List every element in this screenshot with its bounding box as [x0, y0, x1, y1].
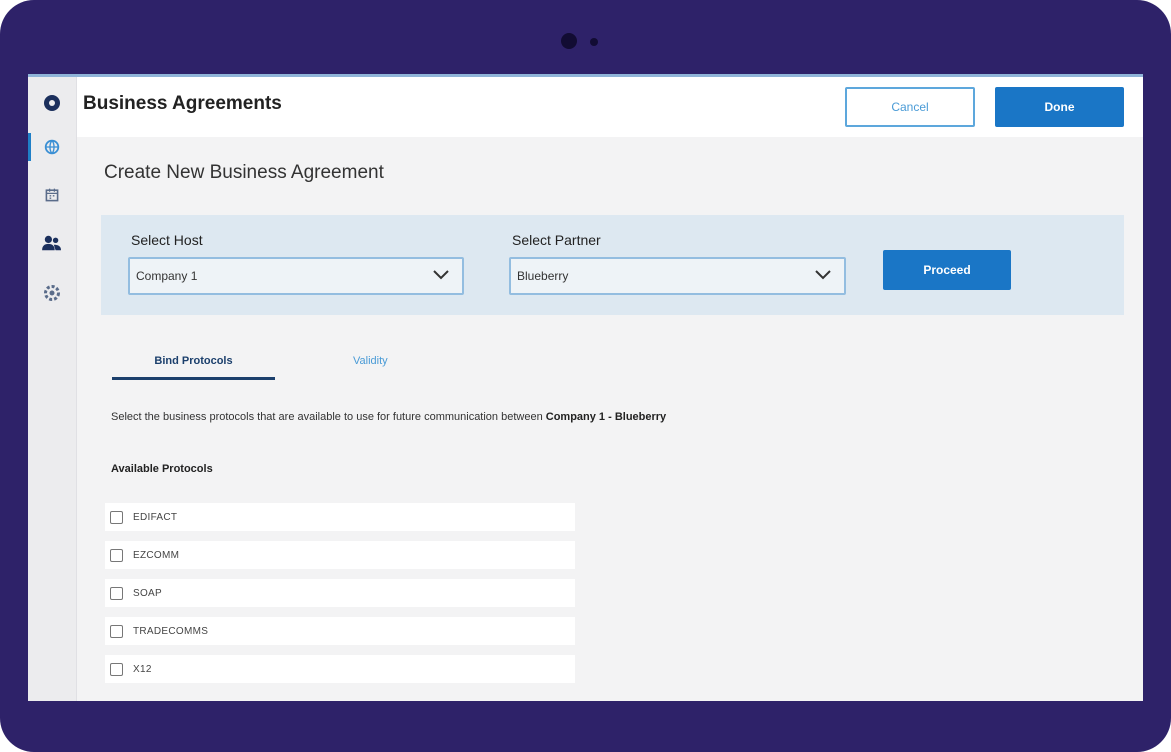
- camera-icon: [561, 33, 577, 49]
- gear-icon: [44, 285, 60, 301]
- host-select-value: Company 1: [136, 269, 198, 283]
- host-label: Select Host: [131, 232, 203, 248]
- partner-select[interactable]: Blueberry: [509, 257, 846, 295]
- list-item[interactable]: EDIFACT: [105, 503, 575, 531]
- sidebar: [28, 77, 77, 701]
- protocol-label: EDIFACT: [133, 511, 178, 523]
- protocol-checkbox[interactable]: [110, 624, 123, 638]
- proceed-button[interactable]: Proceed: [883, 250, 1011, 290]
- main-content: Create New Business Agreement Select Hos…: [77, 137, 1143, 701]
- page-title: Business Agreements: [83, 93, 282, 114]
- chevron-down-icon: [433, 270, 449, 280]
- protocol-checkbox[interactable]: [110, 586, 123, 600]
- sidebar-item-settings[interactable]: [28, 273, 76, 313]
- partner-select-value: Blueberry: [517, 269, 569, 283]
- app-screen: Business Agreements Cancel Done Create N…: [28, 74, 1143, 701]
- protocol-label: X12: [133, 663, 152, 675]
- available-protocols-title: Available Protocols: [111, 463, 213, 475]
- host-select[interactable]: Company 1: [128, 257, 464, 295]
- globe-icon: [44, 139, 60, 155]
- cancel-button[interactable]: Cancel: [845, 87, 975, 127]
- device-frame: Business Agreements Cancel Done Create N…: [0, 0, 1171, 752]
- sidebar-item-dashboard[interactable]: [28, 83, 76, 123]
- tab-bind-protocols[interactable]: Bind Protocols: [112, 355, 275, 367]
- list-item[interactable]: SOAP: [105, 579, 575, 607]
- section-title: Create New Business Agreement: [104, 162, 384, 183]
- protocol-label: TRADECOMMS: [133, 625, 209, 637]
- circle-logo-icon: [44, 95, 60, 111]
- selection-panel: Select Host Company 1 Select Partner Blu…: [101, 215, 1124, 315]
- list-item[interactable]: TRADECOMMS: [105, 617, 575, 645]
- protocol-checkbox[interactable]: [110, 662, 123, 676]
- protocol-checkbox[interactable]: [110, 548, 123, 562]
- sidebar-item-agreements[interactable]: [28, 127, 76, 167]
- sidebar-item-partners[interactable]: [28, 223, 76, 263]
- list-item[interactable]: X12: [105, 655, 575, 683]
- list-item[interactable]: EZCOMM: [105, 541, 575, 569]
- users-icon: [42, 235, 61, 251]
- instruction-text: Select the business protocols that are a…: [111, 411, 666, 423]
- instruction-main: Select the business protocols that are a…: [111, 411, 546, 423]
- protocol-label: SOAP: [133, 587, 162, 599]
- done-button[interactable]: Done: [995, 87, 1124, 127]
- protocol-label: EZCOMM: [133, 549, 180, 561]
- protocol-checkbox[interactable]: [110, 510, 123, 524]
- calendar-icon: [45, 188, 59, 202]
- partner-label: Select Partner: [512, 232, 601, 248]
- sidebar-item-calendar[interactable]: [28, 175, 76, 215]
- instruction-agreement-pair: Company 1 - Blueberry: [545, 411, 667, 423]
- tab-validity[interactable]: Validity: [353, 355, 388, 367]
- sensor-icon: [590, 38, 598, 46]
- chevron-down-icon: [815, 270, 831, 280]
- page-header: Business Agreements Cancel Done: [77, 77, 1143, 137]
- active-tab-indicator: [112, 377, 275, 380]
